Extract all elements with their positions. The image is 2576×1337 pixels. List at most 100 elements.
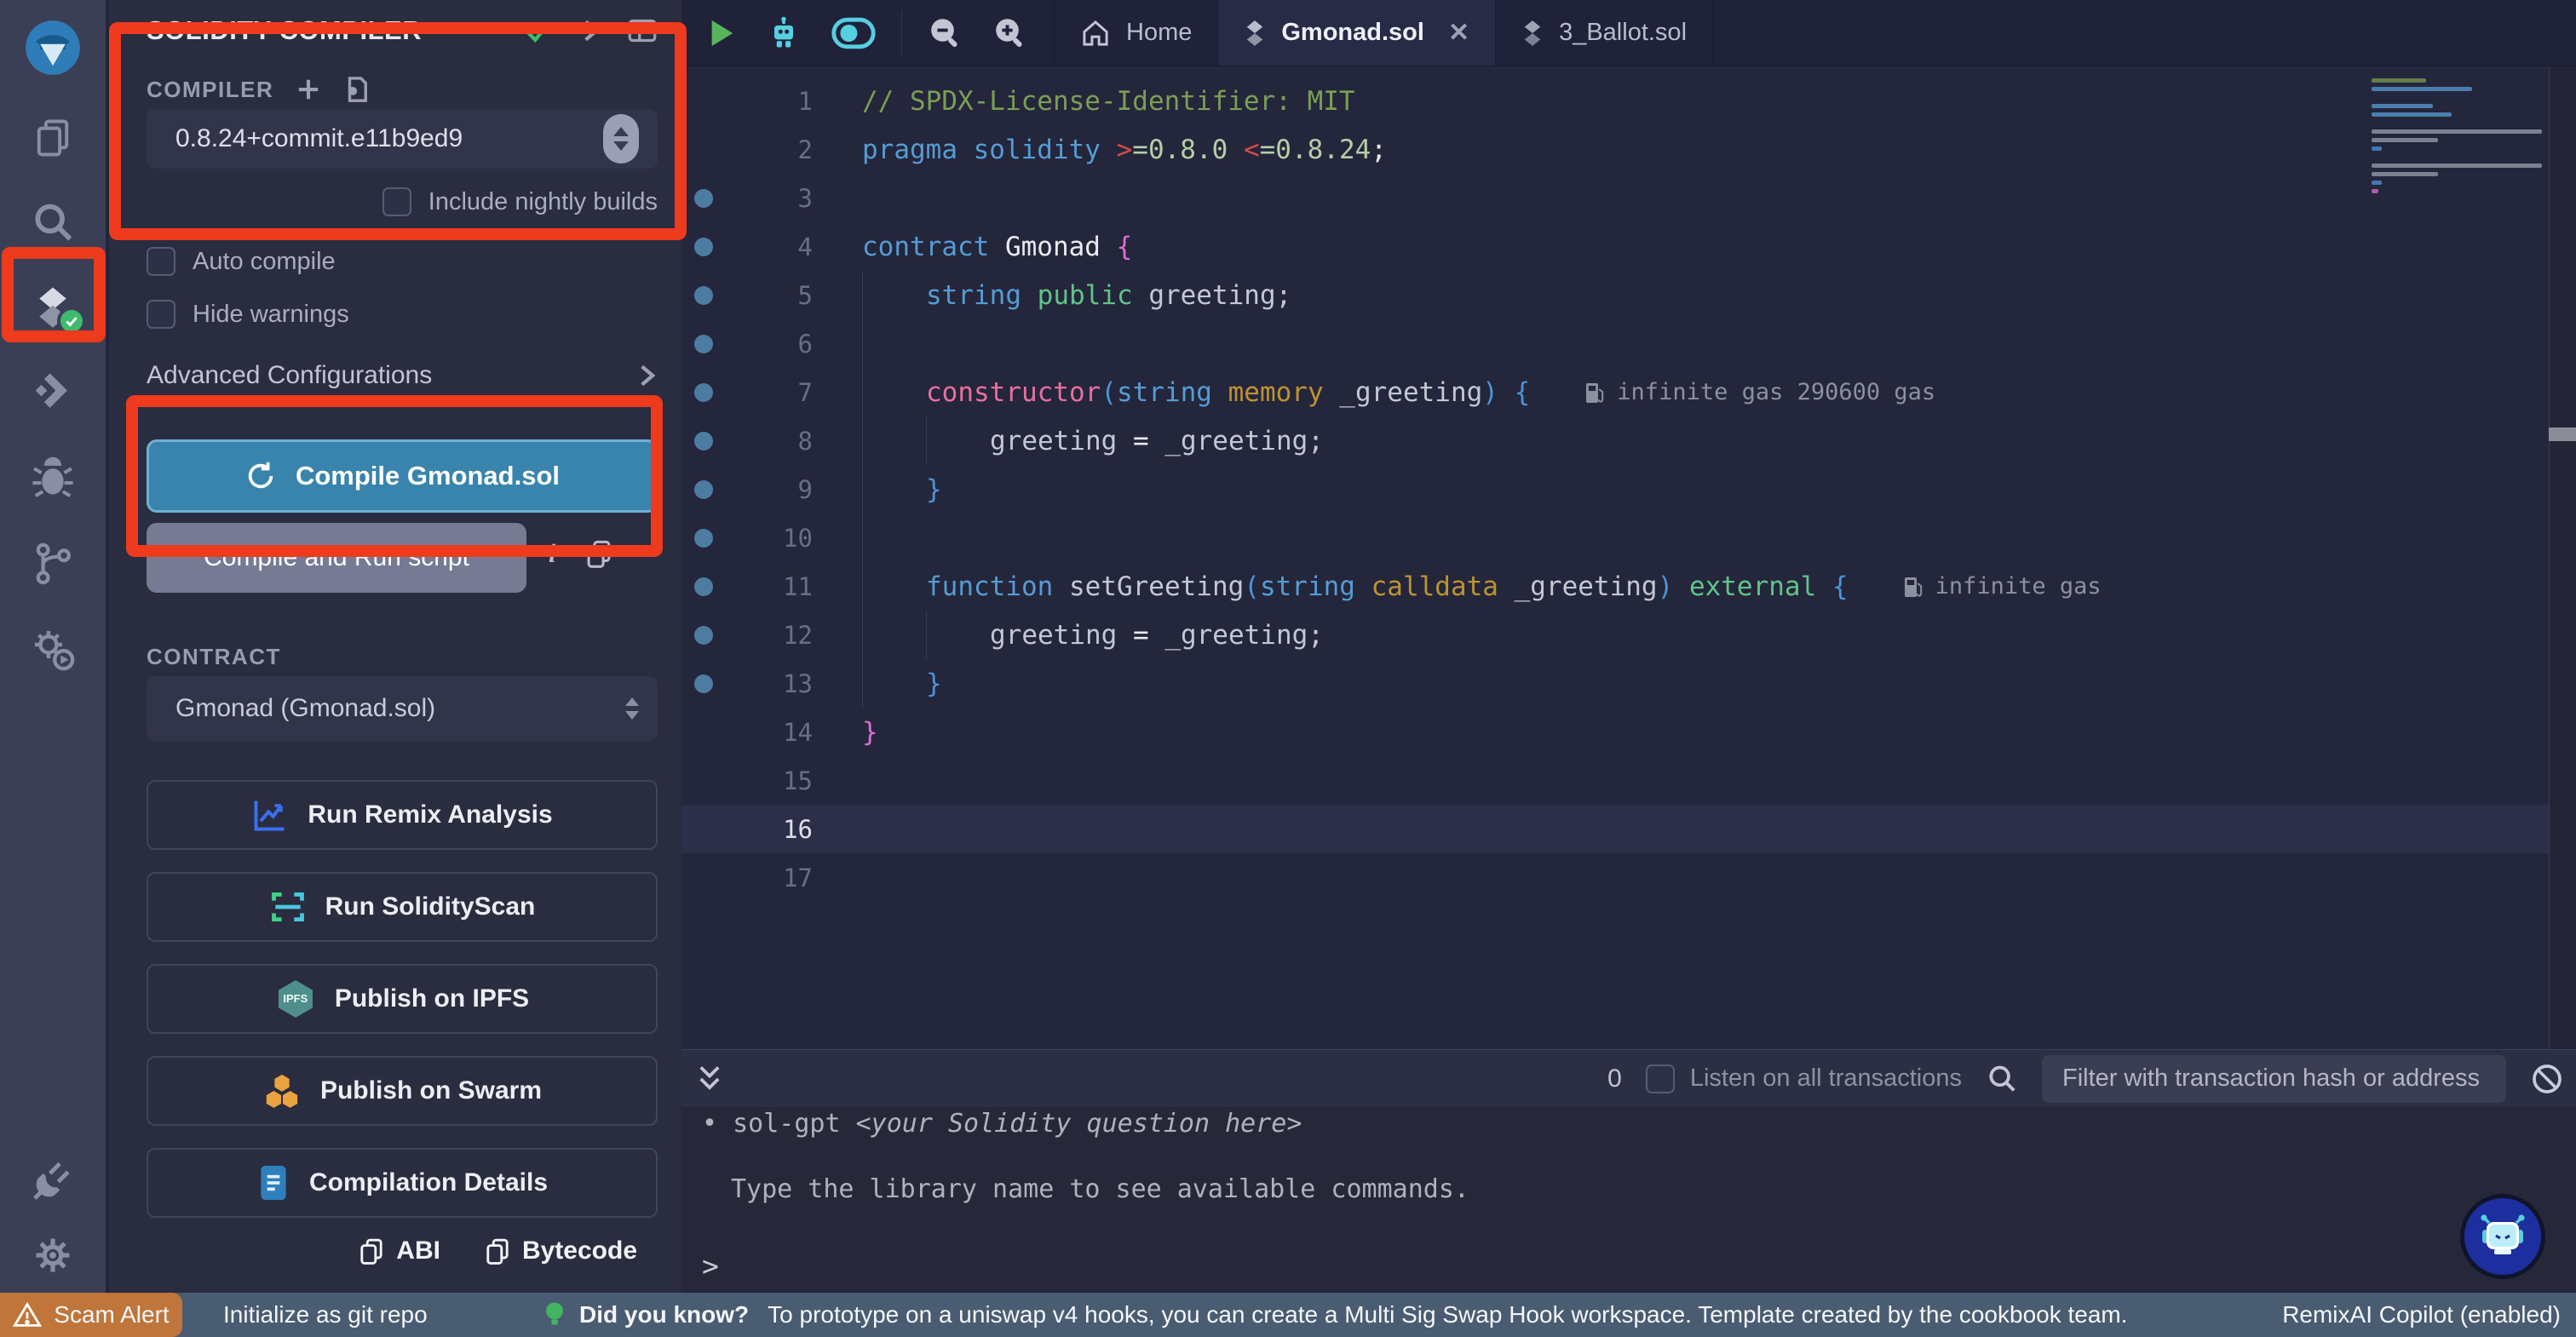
plug-icon[interactable] [0,1143,106,1218]
breakpoint-dot[interactable] [681,383,726,402]
code-line[interactable]: 10 [681,514,2576,562]
breakpoint-dot[interactable] [681,189,726,208]
breakpoint-dot[interactable] [681,723,726,742]
code-line[interactable]: 1// SPDX-License-Identifier: MIT [681,77,2576,125]
breakpoint-dot[interactable] [681,820,726,839]
code-editor[interactable]: 1// SPDX-License-Identifier: MIT2pragma … [681,66,2576,1049]
gas-estimate: infinite gas [1903,573,2102,600]
listen-all-transactions-checkbox[interactable] [1646,1064,1675,1093]
compilation-details-button[interactable]: Compilation Details [147,1148,658,1218]
zoom-in-icon[interactable] [992,15,1028,51]
home-icon [1080,18,1111,49]
tab-home[interactable]: Home [1054,0,1218,66]
code-line[interactable]: 12greeting = _greeting; [681,611,2576,659]
minimap[interactable] [2372,78,2542,198]
breakpoint-dot[interactable] [681,480,726,499]
auto-compile-label: Auto compile [193,248,336,276]
run-remix-analysis-button[interactable]: Run Remix Analysis [147,780,658,850]
compile-and-run-button[interactable]: Compile and Run script [147,523,526,593]
breakpoint-dot[interactable] [681,238,726,256]
copilot-toggle-icon[interactable] [831,16,876,50]
publish-ipfs-button[interactable]: IPFS Publish on IPFS [147,964,658,1034]
breakpoint-dot[interactable] [681,335,726,353]
debugger-icon[interactable] [0,436,106,521]
git-icon[interactable] [0,521,106,606]
breakpoint-dot[interactable] [681,432,726,450]
run-solidityscan-button[interactable]: Run SolidityScan [147,872,658,942]
scam-alert-button[interactable]: Scam Alert [0,1293,182,1337]
code-line[interactable]: 9} [681,465,2576,514]
code-line[interactable]: 7constructor(string memory _greeting) {i… [681,368,2576,416]
collapse-terminal-icon[interactable] [695,1062,724,1096]
breakpoint-dot[interactable] [681,529,726,548]
code-line[interactable]: 4contract Gmonad { [681,222,2576,271]
info-icon[interactable]: i [549,538,556,569]
compile-button[interactable]: Compile Gmonad.sol [147,439,658,513]
advanced-configurations-toggle[interactable]: Advanced Configurations [147,361,658,390]
code-line[interactable]: 6 [681,319,2576,368]
tab-gmonad[interactable]: Gmonad.sol ✕ [1218,0,1496,66]
code-line[interactable]: 3 [681,174,2576,222]
clear-console-icon[interactable] [2530,1062,2564,1096]
search-icon[interactable] [0,181,106,266]
terminal[interactable]: • sol-gpt <your Solidity question here> … [681,1107,2576,1293]
code-line[interactable]: 14} [681,708,2576,756]
tab-ballot[interactable]: 3_Ballot.sol [1496,0,1713,66]
breakpoint-dot[interactable] [681,92,726,111]
robot-face-icon [2475,1209,2530,1264]
breakpoint-dot[interactable] [681,286,726,305]
code-line[interactable]: 16 [681,805,2576,853]
transaction-filter-input[interactable] [2042,1055,2506,1103]
breakpoint-dot[interactable] [681,772,726,790]
terminal-prompt[interactable]: > [702,1249,719,1282]
git-init-button[interactable]: Initialize as git repo [223,1301,428,1328]
breakpoint-dot[interactable] [681,869,726,887]
breakpoint-dot[interactable] [681,626,726,645]
line-number: 16 [726,815,813,844]
terminal-search-icon[interactable] [1986,1063,2018,1095]
code-text: pragma solidity >=0.8.0 <=0.8.24; [862,125,1387,174]
remix-logo-icon[interactable] [0,0,106,95]
settings-gear-icon[interactable] [0,1218,106,1293]
nightly-builds-checkbox[interactable] [382,187,411,216]
file-explorer-icon[interactable] [0,95,106,181]
editor-scrollbar-thumb[interactable] [2549,427,2576,441]
zoom-out-icon[interactable] [928,15,963,51]
contract-select[interactable]: Gmonad (Gmonad.sol) [147,676,658,741]
code-line[interactable]: 13} [681,659,2576,708]
copy-bytecode-button[interactable]: Bytecode [485,1237,637,1265]
code-line[interactable]: 5string public greeting; [681,271,2576,319]
close-tab-icon[interactable]: ✕ [1448,18,1469,48]
code-line[interactable]: 8greeting = _greeting; [681,416,2576,465]
line-number: 13 [726,669,813,698]
breakpoint-dot[interactable] [681,141,726,159]
code-line[interactable]: 17 [681,853,2576,902]
copy-abi-button[interactable]: ABI [359,1237,440,1265]
compiler-license-icon[interactable] [343,75,369,104]
compiled-check-icon [523,15,554,46]
plugin-manager-icon[interactable] [0,606,106,691]
hide-warnings-checkbox[interactable] [147,300,175,329]
status-bar: Scam Alert Initialize as git repo Did yo… [0,1293,2576,1337]
remixai-copilot-avatar[interactable] [2460,1194,2545,1279]
code-line[interactable]: 2pragma solidity >=0.8.0 <=0.8.24; [681,125,2576,174]
auto-compile-checkbox[interactable] [147,247,175,276]
tab-bar: Home Gmonad.sol ✕ 3_Ballot.sol [681,0,2576,66]
code-line[interactable]: 11function setGreeting(string calldata _… [681,562,2576,611]
solidity-compiler-icon[interactable] [0,266,106,351]
line-number: 10 [726,524,813,553]
add-compiler-icon[interactable] [296,77,321,102]
run-script-play-icon[interactable] [707,17,736,49]
code-line[interactable]: 15 [681,756,2576,805]
copy-icon[interactable] [585,539,612,568]
chevron-right-icon[interactable] [579,17,601,44]
publish-swarm-button[interactable]: Publish on Swarm [147,1056,658,1126]
compiler-version-select[interactable]: 0.8.24+commit.e11b9ed9 [147,109,658,169]
copilot-status[interactable]: RemixAI Copilot (enabled) [2282,1301,2561,1328]
editor-scrollbar-track[interactable] [2549,66,2576,1049]
ai-robot-icon[interactable] [765,14,802,52]
breakpoint-dot[interactable] [681,577,726,596]
deploy-run-icon[interactable] [0,351,106,436]
breakpoint-dot[interactable] [681,674,726,693]
pin-panel-icon[interactable] [627,16,658,45]
